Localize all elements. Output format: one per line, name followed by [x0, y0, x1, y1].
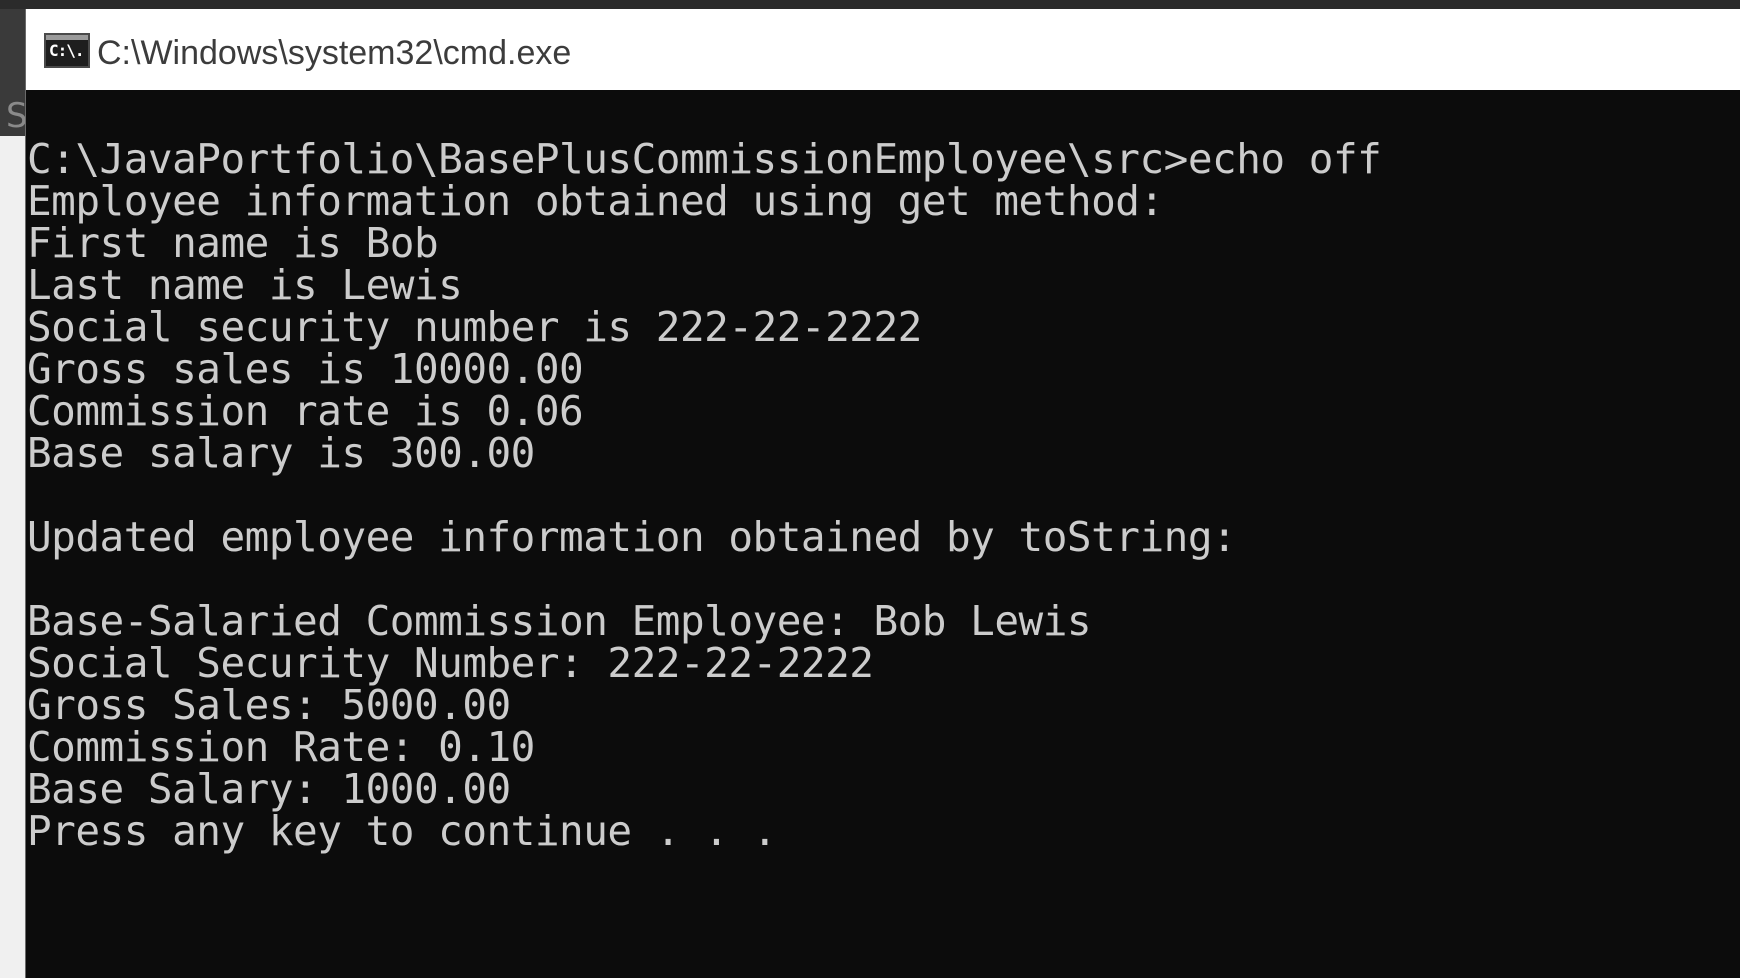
window-title: C:\Windows\system32\cmd.exe	[97, 34, 572, 72]
console-line-first-name: First name is Bob	[27, 219, 439, 267]
console-blank-line	[27, 558, 1381, 600]
background-window-edge: S	[0, 9, 28, 978]
cmd-icon-glyph: C:\.	[49, 41, 85, 60]
console-line-gross-sales: Gross sales is 10000.00	[27, 345, 584, 393]
console-line-prompt: C:\JavaPortfolio\BasePlusCommissionEmplo…	[27, 135, 1382, 183]
console-line-tostring-header: Updated employee information obtained by…	[27, 513, 1237, 561]
console-line-ssn-updated: Social Security Number: 222-22-2222	[27, 639, 874, 687]
console-blank-line	[27, 474, 1381, 516]
console-line-employee: Base-Salaried Commission Employee: Bob L…	[27, 597, 1092, 645]
console-line-last-name: Last name is Lewis	[27, 261, 463, 309]
console-line-base-salary: Base salary is 300.00	[27, 429, 535, 477]
console-line-get-header: Employee information obtained using get …	[27, 177, 1164, 225]
cmd-icon-titlebar	[46, 35, 88, 40]
console-output[interactable]: C:\JavaPortfolio\BasePlusCommissionEmplo…	[26, 90, 1740, 978]
console-line-commission-rate: Commission rate is 0.06	[27, 387, 584, 435]
screen: S C:\. C:\Windows\system32\cmd.exe C:\Ja…	[0, 0, 1740, 978]
title-bar[interactable]: C:\. C:\Windows\system32\cmd.exe	[26, 9, 1740, 90]
console-line-base-salary-updated: Base Salary: 1000.00	[27, 765, 511, 813]
console-line-ssn: Social security number is 222-22-2222	[27, 303, 922, 351]
console-line-commission-rate-updated: Commission Rate: 0.10	[27, 723, 535, 771]
console-lines: C:\JavaPortfolio\BasePlusCommissionEmplo…	[27, 135, 1382, 855]
console-line-gross-sales-updated: Gross Sales: 5000.00	[27, 681, 511, 729]
top-edge	[0, 0, 1740, 9]
cmd-icon[interactable]: C:\.	[44, 33, 90, 68]
console-line-pause: Press any key to continue . . .	[27, 807, 777, 855]
cmd-window[interactable]: C:\. C:\Windows\system32\cmd.exe C:\Java…	[25, 9, 1740, 978]
